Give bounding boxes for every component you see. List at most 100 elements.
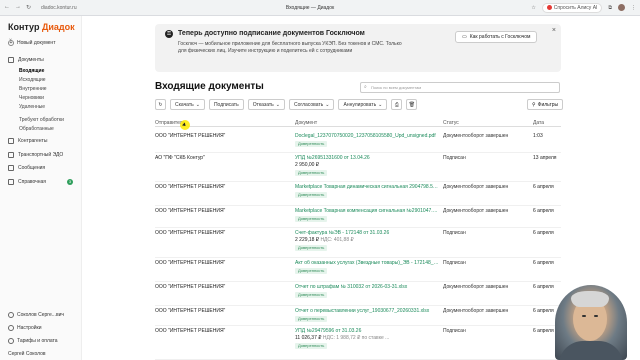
cell-status: Подписан: [443, 155, 466, 161]
sidebar-item-incoming[interactable]: Входящие: [19, 68, 44, 74]
cell-document-link[interactable]: Акт об оказанных услугах (Звездные товар…: [295, 260, 440, 266]
table-row[interactable]: ООО "ИНТЕРНЕТ РЕШЕНИЯ" Doclegal_123707075…: [155, 131, 561, 153]
sidebar-user[interactable]: Соколов Серге...вич: [8, 312, 64, 318]
header-status[interactable]: Статус: [443, 120, 459, 126]
sidebar-item-drafts[interactable]: Черновики: [19, 95, 44, 101]
table-row[interactable]: ООО "ИНТЕРНЕТ РЕШЕНИЯ" Счет-фактура №ЭВ -…: [155, 228, 561, 258]
toolbar: ↻ Скачать ⌄ Подписать Отказать ⌄ Согласо…: [155, 99, 561, 110]
cell-date: 6 апреля: [533, 184, 554, 190]
chevron-down-icon: ⌄: [275, 101, 280, 108]
mouse-cursor-icon: [180, 120, 190, 130]
filter-icon: ⚲: [532, 101, 536, 108]
cell-date: 6 апреля: [533, 208, 554, 214]
sidebar-item-label: Транспортный ЭДО: [18, 152, 64, 158]
wallet-icon: [8, 338, 14, 344]
sidebar-item-deleted[interactable]: Удаленные: [19, 104, 45, 110]
cell-status: Подписан: [443, 260, 466, 266]
poa-tag[interactable]: Доверенность: [295, 316, 328, 322]
sidebar-item-tariffs[interactable]: Тарифы и оплата: [8, 338, 58, 344]
poa-tag[interactable]: Доверенность: [295, 141, 328, 147]
header-date[interactable]: Дата: [533, 120, 544, 126]
document-icon: [8, 57, 14, 63]
cell-status: Подписан: [443, 328, 466, 334]
sidebar-item-outgoing[interactable]: Исходящие: [19, 77, 46, 83]
close-icon[interactable]: ×: [552, 27, 556, 34]
delete-button[interactable]: 🗑: [406, 99, 418, 110]
sidebar-item-label: Документы: [18, 57, 44, 63]
sidebar-item-settings[interactable]: Настройки: [8, 325, 42, 331]
logo-accent: Диадок: [41, 22, 75, 32]
cell-document-link[interactable]: Отчет по штрафам № 310032 от 2026-03-31.…: [295, 284, 440, 290]
cell-document-link[interactable]: Doclegal_1237070750020_1237058105580_Upd…: [295, 133, 440, 139]
table-row[interactable]: ООО "ИНТЕРНЕТ РЕШЕНИЯ" УПД №29479596 от 3…: [155, 326, 561, 360]
approve-button[interactable]: Согласовать ⌄: [288, 99, 335, 110]
table-row[interactable]: ООО "ИНТЕРНЕТ РЕШЕНИЯ" Акт об оказанных у…: [155, 258, 561, 282]
sidebar-item-label: Тарифы и оплата: [17, 338, 58, 344]
sidebar-item-processed[interactable]: Обработанные: [19, 126, 54, 132]
table-row[interactable]: ООО "ИНТЕРНЕТ РЕШЕНИЯ" Marketplace Товарн…: [155, 182, 561, 206]
poa-tag[interactable]: Доверенность: [295, 192, 328, 198]
cell-document-link[interactable]: УПД №26951331600 от 13.04.26: [295, 155, 440, 161]
poa-tag[interactable]: Доверенность: [295, 170, 328, 176]
cell-document-link[interactable]: Счет-фактура №ЭВ - 172148 от 31.03.26: [295, 230, 440, 236]
back-icon[interactable]: ←: [4, 4, 10, 11]
webcam-eye: [582, 315, 586, 317]
table-row[interactable]: ООО "ИНТЕРНЕТ РЕШЕНИЯ" Отчет по штрафам №…: [155, 282, 561, 306]
download-button[interactable]: Скачать ⌄: [170, 99, 205, 110]
alisa-button[interactable]: Спросить Алису AI: [541, 2, 603, 13]
sign-button[interactable]: Подписать: [208, 99, 244, 110]
table-row[interactable]: АО "ПФ "СКБ Контур" УПД №26951331600 от 1…: [155, 153, 561, 182]
sidebar-item-transport-edo[interactable]: Транспортный ЭДО: [8, 152, 63, 158]
sidebar-user2[interactable]: Сергей Соколов: [8, 351, 46, 357]
cell-document-link[interactable]: Marketplace Товарная динамическая сигнал…: [295, 184, 440, 190]
poa-tag[interactable]: Доверенность: [295, 245, 328, 251]
sidebar-item-internal[interactable]: Внутренние: [19, 86, 47, 92]
poa-tag[interactable]: Доверенность: [295, 216, 328, 222]
table-row[interactable]: ООО "ИНТЕРНЕТ РЕШЕНИЯ" Marketplace Товарн…: [155, 206, 561, 228]
header-document[interactable]: Документ: [295, 120, 317, 126]
cancel-label: Аннулировать: [343, 101, 377, 108]
sidebar-item-counterparties[interactable]: Контрагенты: [8, 138, 47, 144]
sidebar-item-documents[interactable]: Документы: [8, 57, 44, 63]
refresh-button[interactable]: ↻: [155, 99, 166, 110]
plus-icon: +: [8, 40, 14, 46]
sidebar-item-messages[interactable]: Сообщения: [8, 165, 45, 171]
new-document-button[interactable]: + Новый документ: [8, 40, 55, 46]
cell-status: Документооборот завершен: [443, 308, 509, 314]
sidebar-user-label: Соколов Серге...вич: [17, 312, 64, 318]
cancel-button[interactable]: Аннулировать ⌄: [338, 99, 388, 110]
cell-sender: ООО "ИНТЕРНЕТ РЕШЕНИЯ": [155, 328, 226, 334]
gear-icon: [8, 325, 14, 331]
cell-document-link[interactable]: Marketplace Товарная компенсация сигналь…: [295, 208, 440, 214]
table-row[interactable]: ООО "ИНТЕРНЕТ РЕШЕНИЯ" Отчет о перевыстав…: [155, 306, 561, 326]
profile-avatar[interactable]: [618, 4, 625, 11]
poa-tag[interactable]: Доверенность: [295, 268, 328, 274]
cell-status: Документооборот завершен: [443, 184, 509, 190]
extensions-icon[interactable]: ⧉: [608, 5, 612, 11]
cell-document-link[interactable]: Отчет о перевыставлении услуг_19030677_2…: [295, 308, 440, 314]
cell-document-link[interactable]: УПД №29479596 от 31.03.26: [295, 328, 440, 334]
cell-date: 6 апреля: [533, 284, 554, 290]
gosklyuch-howto-button[interactable]: ▭ Как работать с Госключом: [455, 31, 538, 43]
logo[interactable]: Контур Диадок ⌄: [8, 22, 81, 42]
cell-amount: 2 950,00 ₽: [295, 162, 319, 168]
filters-button[interactable]: ⚲ Фильтры: [527, 99, 564, 110]
cell-date: 6 апреля: [533, 230, 554, 236]
address-bar[interactable]: diadoc.kontur.ru: [41, 5, 77, 11]
forward-icon[interactable]: →: [15, 4, 21, 11]
search-input[interactable]: ⌕ Поиск по всем документам: [360, 82, 560, 93]
sidebar-item-requires-processing[interactable]: Требуют обработки: [19, 117, 64, 123]
approve-label: Согласовать: [293, 101, 324, 108]
reject-button[interactable]: Отказать ⌄: [247, 99, 285, 110]
banner-text: Госключ — мобильное приложение для беспл…: [178, 41, 402, 54]
poa-tag[interactable]: Доверенность: [295, 343, 328, 349]
print-button[interactable]: ⎙: [391, 99, 403, 110]
poa-tag[interactable]: Доверенность: [295, 292, 328, 298]
bookmark-icon[interactable]: ☆: [531, 5, 535, 11]
sidebar-item-reference[interactable]: Справочная: [8, 179, 46, 185]
cell-amount: 2 229,18 ₽ НДС: 401,88 ₽: [295, 237, 354, 243]
cell-sender: ООО "ИНТЕРНЕТ РЕШЕНИЯ": [155, 308, 226, 314]
sidebar-item-label: Настройки: [17, 325, 42, 331]
menu-icon[interactable]: ⋮: [631, 5, 636, 11]
reload-icon[interactable]: ↻: [26, 4, 31, 11]
